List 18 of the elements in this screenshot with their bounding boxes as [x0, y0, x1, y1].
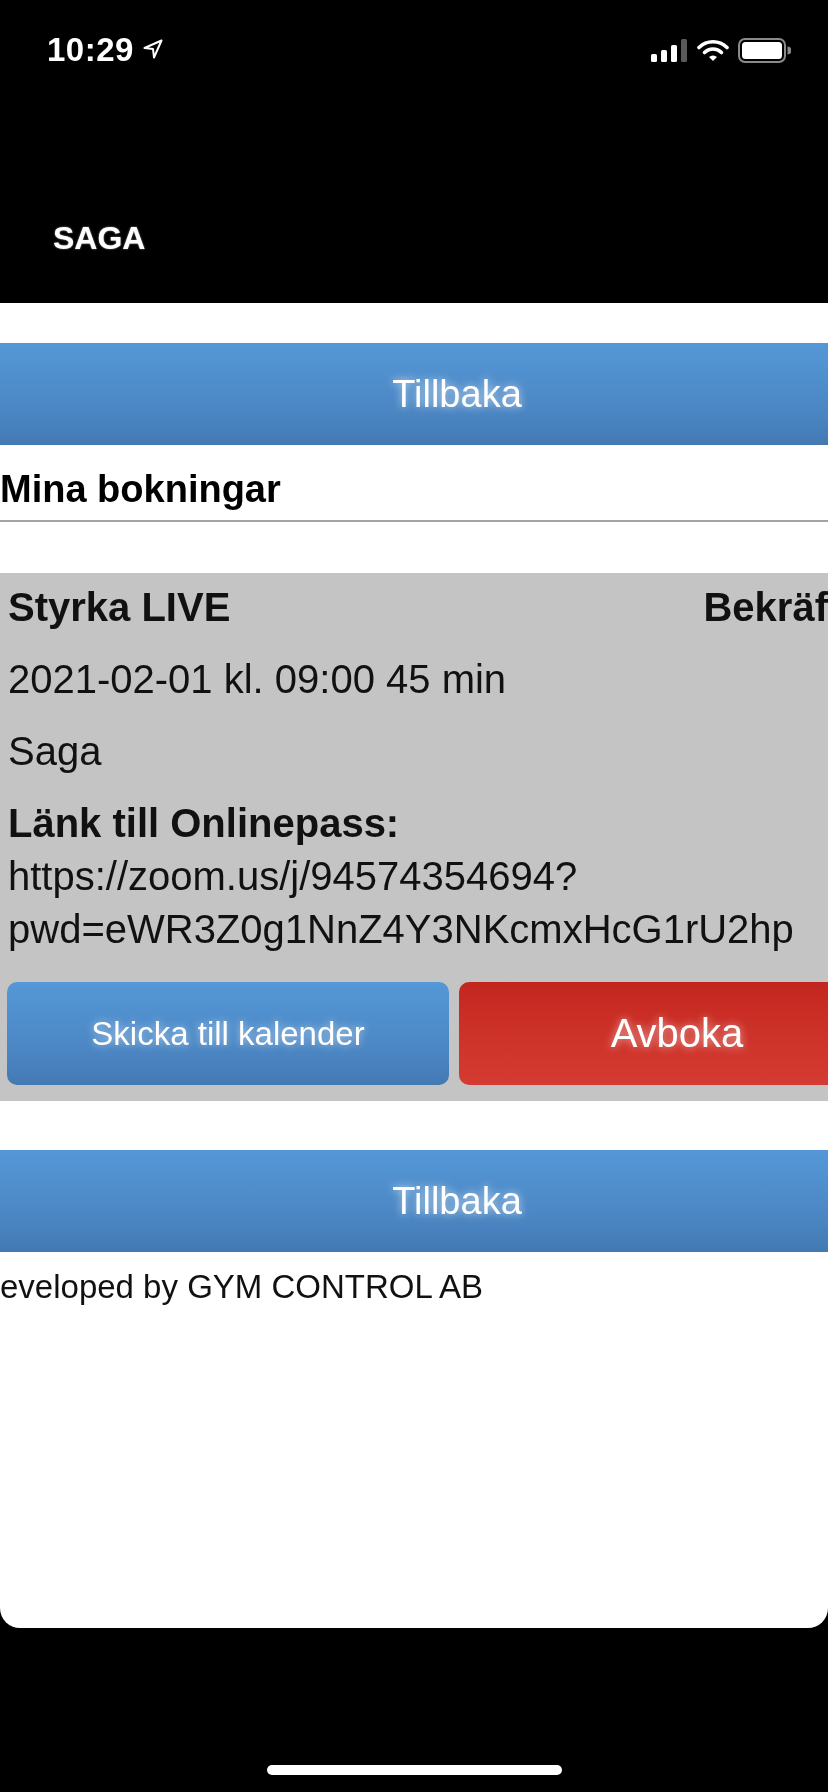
back-button[interactable]: Tillbaka [0, 1150, 828, 1252]
status-time: 10:29 [47, 30, 134, 70]
footer-text: eveloped by GYM CONTROL AB [0, 1267, 483, 1307]
brand-title: SAGA [53, 219, 146, 258]
battery-icon [738, 37, 791, 63]
section-title: Mina bokningar [0, 467, 281, 512]
status-label: Bekräf [703, 584, 828, 631]
signal-icon [651, 38, 687, 62]
calendar-button[interactable]: Skicka till kalender [7, 982, 449, 1085]
link-label: Länk till Onlinepass: [7, 800, 400, 847]
cancel-button[interactable]: Avboka [459, 982, 828, 1085]
date-time: 2021-02-01 kl. 09:00 45 min [7, 656, 507, 703]
location-text: Saga [7, 728, 102, 775]
location-arrow-icon [142, 39, 163, 59]
wifi-icon [697, 38, 729, 62]
class-title: Styrka LIVE [8, 584, 231, 631]
back-button[interactable]: Tillbaka [0, 343, 828, 445]
online-link[interactable]: https://zoom.us/j/94574354694? pwd=eWR3Z0g1NnZ4Y3NKcmxHcG1rU2hp [8, 850, 794, 956]
